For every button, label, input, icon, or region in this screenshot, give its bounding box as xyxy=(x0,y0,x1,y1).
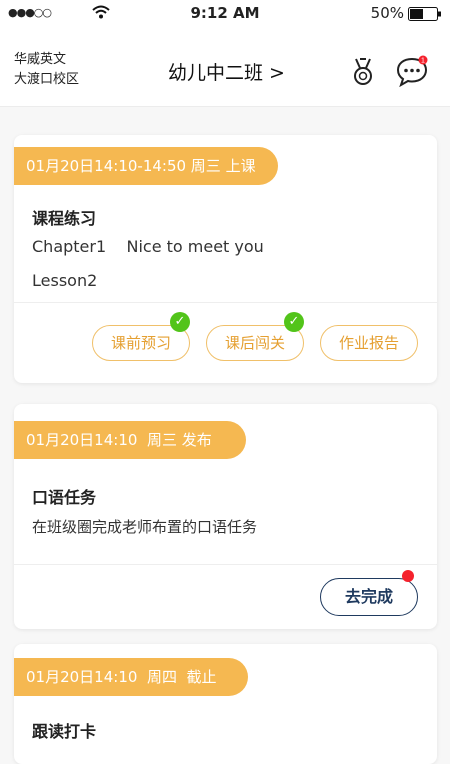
divider xyxy=(14,564,437,565)
publish-time-tag: 01月20日14:10 周三 发布 xyxy=(14,421,246,459)
lesson-text: Lesson2 xyxy=(32,271,98,290)
header: 华威英文 大渡口校区 幼儿中二班 > 1 xyxy=(0,28,450,107)
card-title: 口语任务 xyxy=(32,488,97,507)
class-time-tag: 01月20日14:10-14:50 周三 上课 xyxy=(14,147,278,185)
check-icon: ✓ xyxy=(170,312,190,332)
chapter-text: Chapter1 Nice to meet you xyxy=(32,237,264,256)
course-practice-card[interactable]: 01月20日14:10-14:50 周三 上课 课程练习 Chapter1 Ni… xyxy=(14,135,437,383)
divider xyxy=(14,302,437,303)
school-name[interactable]: 华威英文 大渡口校区 xyxy=(14,50,79,90)
school-line-2: 大渡口校区 xyxy=(14,72,80,87)
read-along-card[interactable]: 01月20日14:10 周四 截止 跟读打卡 xyxy=(14,644,437,764)
class-selector[interactable]: 幼儿中二班 > xyxy=(168,58,285,85)
task-description: 在班级圈完成老师布置的口语任务 xyxy=(32,518,258,536)
card-title: 课程练习 xyxy=(32,209,97,228)
chat-icon[interactable]: 1 xyxy=(396,55,430,87)
deadline-time-tag: 01月20日14:10 周四 截止 xyxy=(14,658,248,696)
school-line-1: 华威英文 xyxy=(14,52,67,67)
check-icon: ✓ xyxy=(284,312,304,332)
go-complete-button[interactable]: 去完成 xyxy=(320,578,418,616)
battery-icon xyxy=(408,7,441,21)
speaking-task-card[interactable]: 01月20日14:10 周三 发布 口语任务 在班级圈完成老师布置的口语任务 去… xyxy=(14,404,437,629)
medal-icon[interactable] xyxy=(352,58,374,86)
battery-percent: 50% xyxy=(370,4,404,22)
homework-report-button[interactable]: 作业报告 xyxy=(320,325,418,361)
notification-dot xyxy=(402,570,414,582)
status-bar: ●●●○○ 9:12 AM 50% xyxy=(0,0,450,28)
card-title: 跟读打卡 xyxy=(32,722,97,741)
chat-badge-count: 1 xyxy=(421,58,425,65)
